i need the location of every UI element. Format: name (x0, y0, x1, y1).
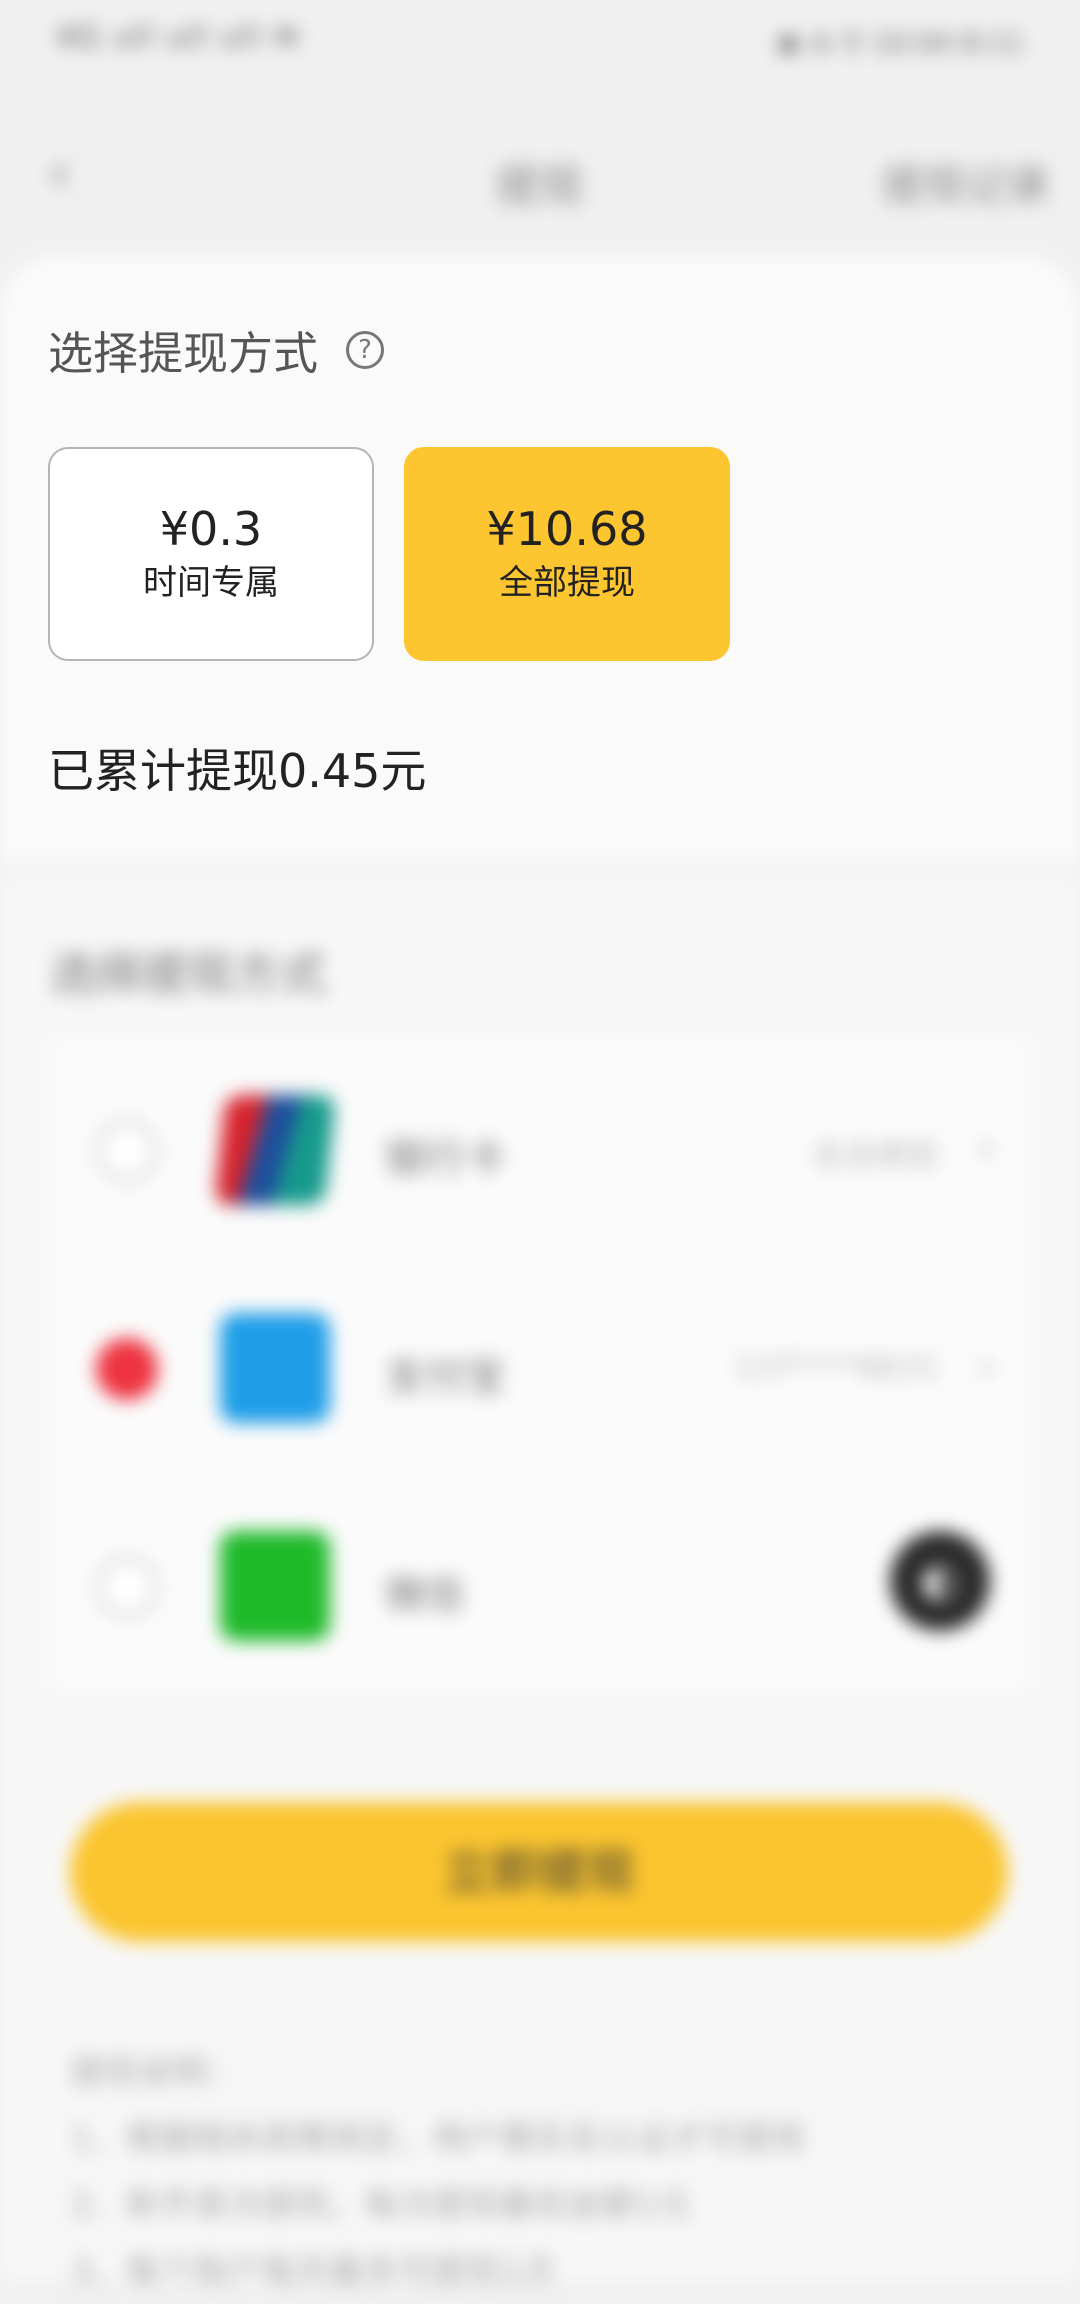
amount-options: ¥0.3 时间专属 ¥10.68 全部提现 (48, 447, 730, 661)
nav-bar: ‹ 提现 提现记录 (0, 100, 1080, 250)
amount-option-time-exclusive[interactable]: ¥0.3 时间专属 (48, 447, 374, 661)
notes-line: 3、每个账户每天最多可提现1次 (70, 2251, 556, 2291)
notes-line: 1、根据相关政策规定，用户需实名认证才可提现 (70, 2119, 806, 2159)
withdraw-now-button[interactable]: 立即提现 (70, 1802, 1008, 1942)
radio-bank-card[interactable] (96, 1120, 158, 1182)
amount-option-withdraw-all[interactable]: ¥10.68 全部提现 (404, 447, 730, 661)
avatar-badge-icon: ◐ (890, 1531, 990, 1631)
notes-line: 2、新手首次提现，每次提现最低金额1元 (70, 2185, 692, 2225)
method-row-bank-card[interactable]: 银行卡 去去绑定 › (50, 1040, 1030, 1258)
withdraw-notes: 提现说明： 1、根据相关政策规定，用户需实名认证才可提现 2、新手首次提现，每次… (70, 2040, 1010, 2304)
method-row-wechat[interactable]: 微信 ◐ (50, 1476, 1030, 1694)
unionpay-icon (214, 1095, 336, 1205)
status-bar-left: 4G ull ull ull ✉ (56, 20, 301, 55)
amount-section-title-text: 选择提现方式 (48, 327, 319, 380)
method-name: 微信 (385, 1572, 465, 1618)
method-row-alipay[interactable]: 支付宝 137****6631 › (50, 1258, 1030, 1476)
method-name: 银行卡 (385, 1136, 505, 1182)
withdraw-history-link[interactable]: 提现记录 (882, 152, 1050, 213)
question-circle-icon[interactable]: ? (346, 330, 385, 369)
chevron-right-icon: › (976, 1120, 996, 1176)
chevron-right-icon: › (976, 1338, 996, 1394)
method-list: 银行卡 去去绑定 › 支付宝 137****6631 › 微信 ◐ (50, 1040, 1030, 1694)
amount-label: 时间专属 (143, 563, 279, 603)
amount-label: 全部提现 (499, 563, 635, 603)
status-bar-right: ◉ ⊜ ⚲ 10:04 8:11 (776, 26, 1024, 59)
radio-alipay[interactable] (96, 1338, 158, 1400)
method-extra: 去去绑定 (811, 1136, 940, 1174)
radio-wechat[interactable] (96, 1556, 158, 1618)
status-bar: 4G ull ull ull ✉ ◉ ⊜ ⚲ 10:04 8:11 (0, 0, 1080, 90)
amount-value: ¥0.3 (159, 502, 263, 556)
amount-section-title: 选择提现方式 ? (48, 317, 385, 382)
wechat-icon (220, 1531, 330, 1641)
amount-value: ¥10.68 (486, 502, 648, 556)
cumulative-withdrawn-text: 已累计提现0.45元 (48, 744, 427, 798)
method-extra: 137****6631 (733, 1348, 940, 1386)
method-name: 支付宝 (385, 1354, 505, 1400)
notes-title: 提现说明： (70, 2053, 240, 2093)
method-section-title: 选择提现方式 (50, 947, 326, 1001)
alipay-icon (220, 1313, 330, 1423)
amount-selection-panel: 选择提现方式 ? ¥0.3 时间专属 ¥10.68 全部提现 已累计提现0.45… (0, 255, 1080, 875)
